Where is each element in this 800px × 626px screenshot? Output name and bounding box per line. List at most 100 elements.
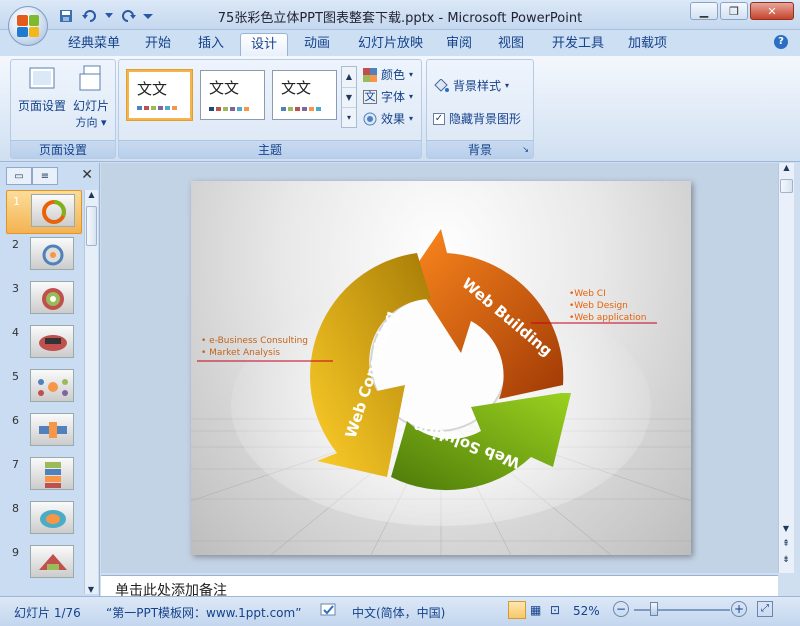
slide-thumbnail[interactable]: 7	[6, 454, 82, 498]
zoom-slider-thumb[interactable]	[650, 602, 658, 616]
group-background: 背景样式 ▾ ✓ 隐藏背景图形 背景 ↘	[426, 59, 534, 159]
slides-tab-icon[interactable]: ▭	[6, 167, 32, 185]
group-themes: 文文 文文 文文 ▲ ▼ ▾ 颜色 ▾ 文 字体 ▾ 效果 ▾ 主题	[118, 59, 422, 159]
tab-addins[interactable]: 加载项	[618, 33, 677, 56]
slide-thumbnail[interactable]: 1	[6, 190, 82, 234]
slide-number: 6	[12, 414, 19, 427]
theme-thumb-2[interactable]: 文文	[200, 70, 265, 120]
tab-classic-menu[interactable]: 经典菜单	[58, 33, 130, 56]
tab-animations[interactable]: 动画	[294, 33, 340, 56]
background-styles-button[interactable]: 背景样式 ▾	[433, 77, 509, 94]
slide-number: 3	[12, 282, 19, 295]
scroll-up-icon[interactable]: ▲	[779, 163, 794, 177]
slide-thumb-image	[30, 237, 74, 270]
slide-thumb-image	[30, 369, 74, 402]
outline-tab-icon[interactable]: ≡	[32, 167, 58, 185]
tab-view[interactable]: 视图	[488, 33, 534, 56]
slide-scrollbar[interactable]: ▲ ▼ ⇞ ⇟	[778, 163, 794, 573]
close-pane-icon[interactable]: ✕	[81, 167, 93, 183]
page-setup-button[interactable]: 页面设置	[15, 64, 69, 114]
fit-to-window-icon[interactable]: ⤢	[757, 601, 773, 617]
scroll-down-icon[interactable]: ▼	[85, 585, 97, 594]
thumbnail-scrollbar[interactable]: ▲ ▼	[84, 190, 98, 594]
font-icon: 文	[363, 89, 377, 104]
theme-fonts-button[interactable]: 文 字体 ▾	[363, 88, 413, 105]
slide-thumb-image	[30, 325, 74, 358]
scroll-up-icon[interactable]: ▲	[342, 67, 356, 87]
theme-thumb-3[interactable]: 文文	[272, 70, 337, 120]
restore-icon[interactable]: ❐	[720, 2, 748, 20]
slides-pane: ▭ ≡ ✕ 1 2 3 4 5 6 7 8 9 ▲ ▼	[0, 163, 100, 596]
page-setup-label: 页面设置	[17, 99, 66, 113]
slide-thumbnail[interactable]: 4	[6, 322, 82, 366]
page-setup-icon	[29, 67, 55, 89]
title-bar: 75张彩色立体PPT图表整套下载.pptx - Microsoft PowerP…	[0, 0, 800, 30]
slideshow-view-icon[interactable]: ⊡	[550, 603, 560, 617]
hide-graphics-label: 隐藏背景图形	[449, 112, 522, 126]
hide-background-graphics[interactable]: ✓ 隐藏背景图形	[433, 110, 521, 127]
slide-thumbnail[interactable]: 2	[6, 234, 82, 278]
previous-slide-icon[interactable]: ⇞	[779, 539, 793, 549]
group-label-page-setup: 页面设置	[11, 140, 115, 158]
close-icon[interactable]: ✕	[750, 2, 794, 20]
slide-orientation-icon	[79, 65, 101, 91]
dialog-launcher-icon[interactable]: ↘	[522, 141, 529, 159]
tab-design[interactable]: 设计	[240, 33, 289, 56]
slide-thumbnail[interactable]: 3	[6, 278, 82, 322]
theme-sample-text: 文文	[209, 79, 240, 97]
theme-sample-text: 文文	[137, 80, 168, 98]
slide-sorter-icon[interactable]: ▦	[530, 603, 541, 617]
tab-slideshow[interactable]: 幻灯片放映	[348, 33, 433, 56]
slide-number: 8	[12, 502, 19, 515]
help-icon[interactable]: ?	[774, 35, 788, 49]
scrollbar-thumb[interactable]	[780, 179, 793, 193]
slide-orientation-button[interactable]: 幻灯片 方向 ▾	[69, 64, 113, 130]
checkbox-icon[interactable]: ✓	[433, 112, 445, 125]
tab-home[interactable]: 开始	[135, 33, 181, 56]
background-styles-label: 背景样式	[453, 79, 502, 93]
slide-thumb-image	[30, 413, 74, 446]
slide-counter: 幻灯片 1/76	[14, 606, 81, 620]
slide-thumbnail[interactable]: 6	[6, 410, 82, 454]
gallery-more-icon[interactable]: ▾	[342, 107, 356, 127]
slide-number: 1	[13, 195, 20, 208]
colors-label: 颜色	[381, 68, 406, 82]
slide-thumbnail[interactable]: 5	[6, 366, 82, 410]
scroll-down-icon[interactable]: ▼	[342, 87, 356, 107]
window-title: 75张彩色立体PPT图表整套下载.pptx - Microsoft PowerP…	[217, 11, 583, 26]
notes-pane[interactable]: 单击此处添加备注	[101, 575, 778, 596]
minimize-icon[interactable]: ▁	[690, 2, 718, 20]
zoom-slider[interactable]	[634, 609, 730, 611]
scroll-up-icon[interactable]: ▲	[85, 190, 98, 204]
palette-icon	[363, 67, 377, 82]
scrollbar-thumb[interactable]	[86, 206, 97, 246]
slide-thumbnail[interactable]: 8	[6, 498, 82, 542]
zoom-out-icon[interactable]: −	[613, 601, 629, 617]
slide-thumb-image	[30, 545, 74, 578]
spellcheck-icon[interactable]	[320, 602, 338, 621]
slide-thumb-image	[30, 281, 74, 314]
slide[interactable]: Web Building Web Solution Web Consulting…	[191, 181, 691, 555]
scroll-down-icon[interactable]: ▼	[779, 524, 793, 533]
slide-thumbnail[interactable]: 9	[6, 542, 82, 586]
tab-developer[interactable]: 开发工具	[542, 33, 614, 56]
normal-view-icon[interactable]	[508, 601, 526, 619]
tab-insert[interactable]: 插入	[188, 33, 234, 56]
background-label: 背景	[467, 143, 492, 157]
theme-colors-button[interactable]: 颜色 ▾	[363, 66, 413, 83]
right-bullet: •Web CI	[569, 289, 606, 299]
slide-number: 9	[12, 546, 19, 559]
theme-thumb-1[interactable]: 文文	[127, 70, 192, 120]
theme-gallery-scroll[interactable]: ▲ ▼ ▾	[341, 66, 357, 128]
zoom-level[interactable]: 52%	[573, 604, 600, 618]
orientation-label-1: 幻灯片	[72, 99, 109, 113]
next-slide-icon[interactable]: ⇟	[779, 555, 793, 565]
office-button[interactable]	[8, 6, 48, 46]
zoom-in-icon[interactable]: +	[731, 601, 747, 617]
tab-review[interactable]: 审阅	[436, 33, 482, 56]
language-indicator[interactable]: 中文(简体，中国)	[352, 604, 445, 621]
theme-name: “第一PPT模板网：www.1ppt.com”	[106, 606, 302, 620]
ribbon-tabs: 经典菜单 开始 插入 设计 动画 幻灯片放映 审阅 视图 开发工具 加载项 ?	[0, 30, 800, 56]
effects-label: 效果	[381, 112, 406, 126]
theme-effects-button[interactable]: 效果 ▾	[363, 110, 413, 127]
